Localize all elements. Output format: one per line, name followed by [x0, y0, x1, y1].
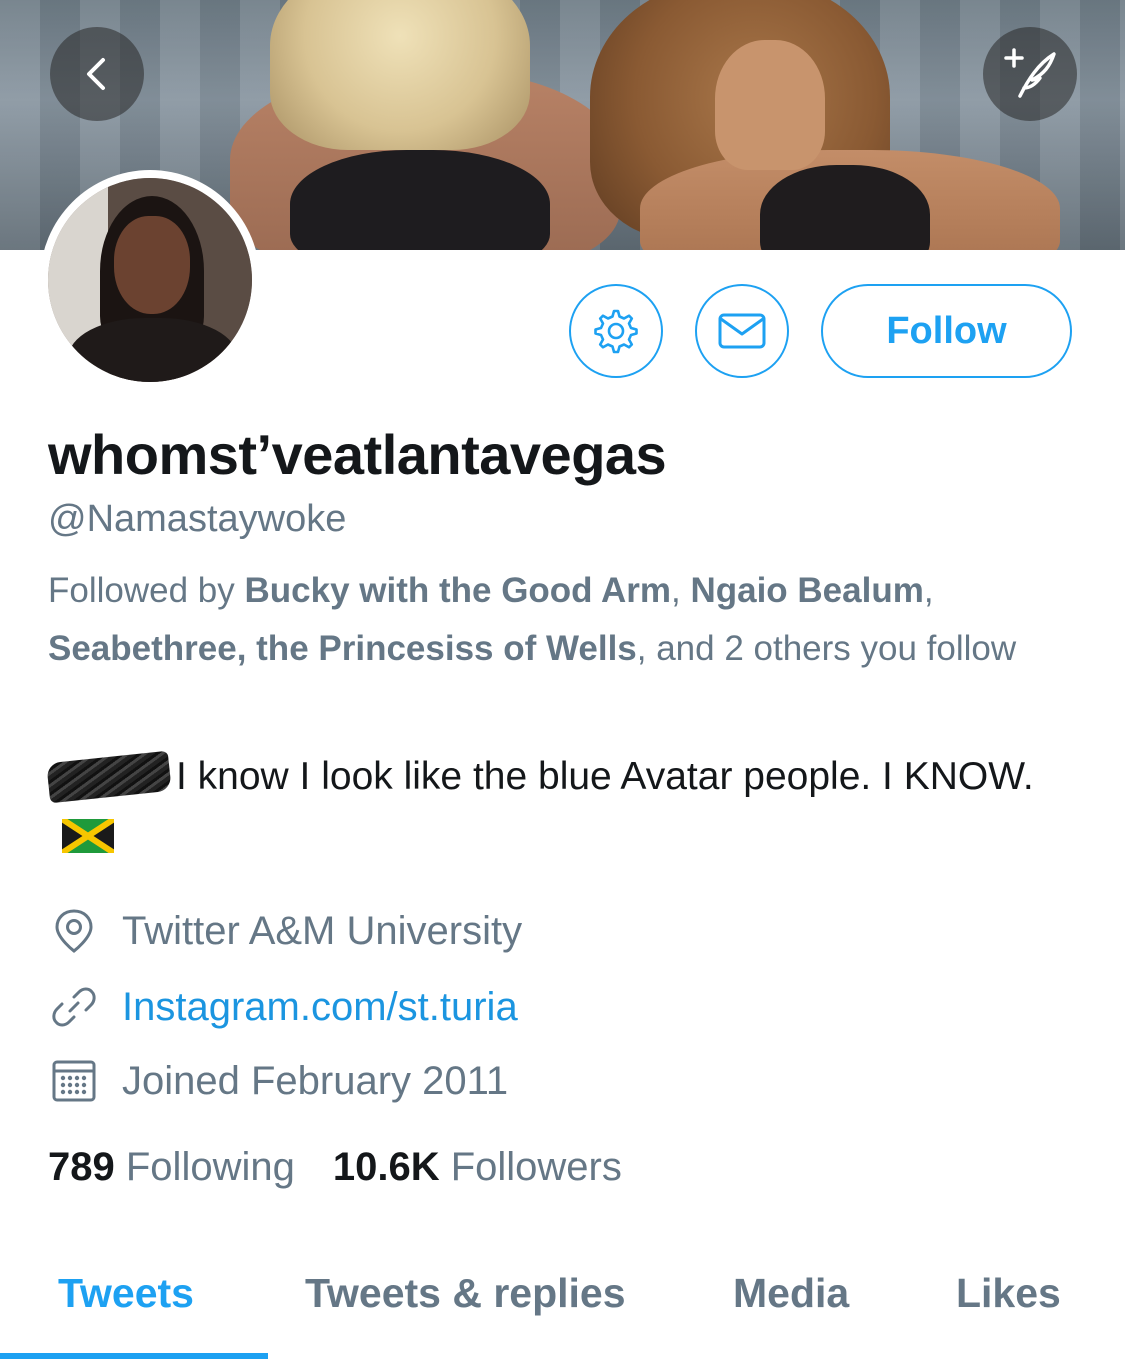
gear-icon	[594, 309, 638, 354]
followed-by-name-3: Seabethree, the Princesiss of Wells	[48, 629, 637, 668]
following-count: 789	[48, 1145, 115, 1189]
followed-by-separator: ,	[923, 571, 934, 610]
banner-figure-left-top	[290, 150, 550, 250]
profile-bio: I know I look like the blue Avatar peopl…	[46, 747, 1078, 867]
envelope-icon	[718, 313, 766, 349]
back-button[interactable]	[50, 27, 144, 121]
followed-by-name-2: Ngaio Bealum	[690, 571, 924, 610]
link-icon	[48, 981, 100, 1033]
followed-by-text[interactable]: Followed by Bucky with the Good Arm, Nga…	[48, 562, 1078, 678]
following-label: Following	[125, 1145, 295, 1189]
tab-tweets[interactable]: Tweets	[58, 1270, 194, 1317]
profile-handle: @Namastaywoke	[48, 498, 347, 540]
profile-website[interactable]: Instagram.com/st.turia	[48, 981, 518, 1033]
active-tab-indicator	[0, 1353, 268, 1359]
location-pin-icon	[48, 905, 100, 957]
followers-count: 10.6K	[332, 1145, 440, 1189]
profile-settings-button[interactable]	[569, 284, 663, 378]
redacted-scribble	[46, 750, 172, 804]
banner-figure-right-face	[715, 40, 825, 170]
tab-media[interactable]: Media	[733, 1270, 849, 1317]
calendar-icon	[48, 1055, 100, 1107]
chevron-left-icon	[87, 58, 105, 90]
following-stat[interactable]: 789 Following	[48, 1145, 295, 1189]
followers-label: Followers	[450, 1145, 622, 1189]
banner-figure-left-hair	[270, 0, 530, 150]
followers-stat[interactable]: 10.6K Followers	[333, 1145, 622, 1189]
jamaica-flag-icon	[62, 819, 114, 853]
location-text: Twitter A&M University	[122, 908, 523, 953]
profile-joined-date: Joined February 2011	[48, 1055, 508, 1107]
avatar-face	[114, 216, 190, 314]
profile-location: Twitter A&M University	[48, 905, 522, 957]
profile-display-name: whomst’veatlantavegas	[48, 423, 667, 486]
followed-by-prefix: Followed by	[48, 571, 245, 610]
follow-button[interactable]: Follow	[821, 284, 1072, 378]
website-link[interactable]: Instagram.com/st.turia	[122, 985, 518, 1030]
tab-likes[interactable]: Likes	[956, 1270, 1061, 1317]
followed-by-name-1: Bucky with the Good Arm	[244, 571, 671, 610]
bio-text: I know I look like the blue Avatar peopl…	[176, 755, 1034, 798]
avatar-sweater	[68, 318, 238, 382]
joined-text: Joined February 2011	[122, 1058, 509, 1103]
followed-by-separator: ,	[671, 571, 691, 610]
profile-stats: 789 Following 10.6K Followers	[48, 1145, 622, 1190]
compose-tweet-icon	[1004, 48, 1056, 98]
tab-tweets-replies[interactable]: Tweets & replies	[305, 1270, 626, 1317]
profile-avatar[interactable]	[40, 170, 260, 390]
avatar-image	[48, 178, 252, 382]
banner-figure-right-top	[760, 165, 930, 250]
profile-tabs: Tweets Tweets & replies Media Likes	[0, 1250, 1125, 1359]
direct-message-button[interactable]	[695, 284, 789, 378]
followed-by-suffix: , and 2 others you follow	[636, 629, 1017, 668]
compose-tweet-button[interactable]	[983, 27, 1077, 121]
